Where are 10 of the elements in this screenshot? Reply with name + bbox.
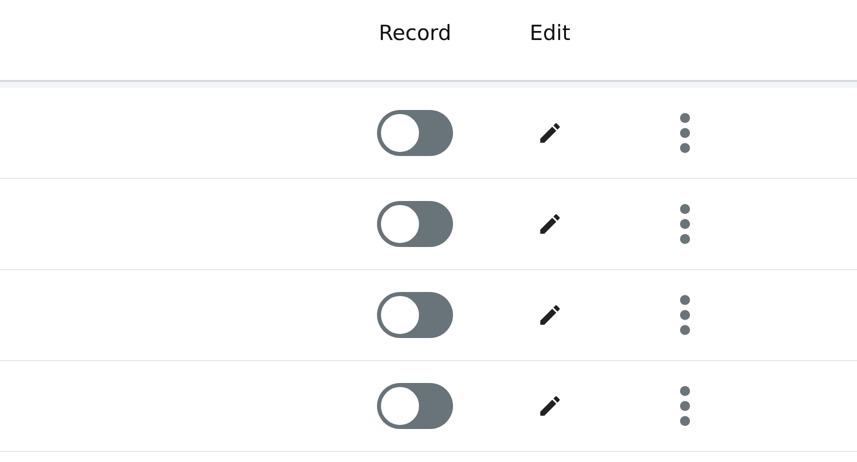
more-vertical-icon (679, 295, 691, 335)
record-toggle[interactable] (377, 110, 453, 156)
more-vertical-icon (679, 113, 691, 153)
record-toggle[interactable] (377, 292, 453, 338)
column-header: Edit (530, 21, 570, 45)
more-vertical-icon (679, 204, 691, 244)
more-vertical-icon (679, 386, 691, 426)
column-header: Record (378, 21, 452, 45)
record-toggle[interactable] (377, 383, 453, 429)
record-toggle[interactable] (377, 201, 453, 247)
